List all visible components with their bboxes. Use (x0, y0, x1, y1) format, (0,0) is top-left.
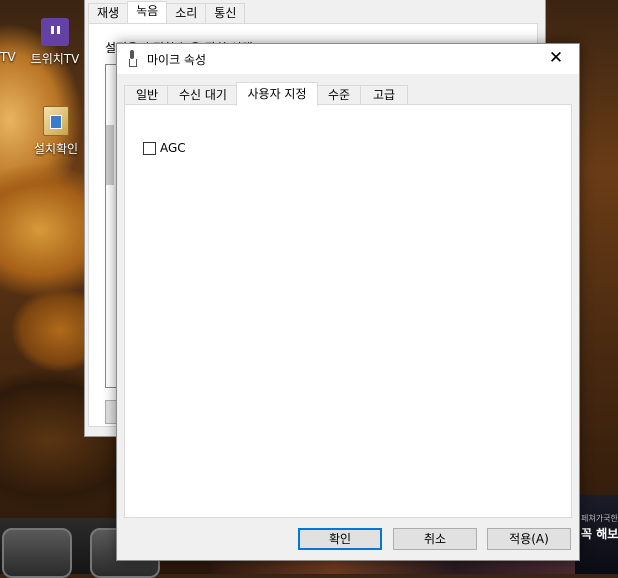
agc-label: AGC (160, 141, 186, 155)
list-scrollbar[interactable] (106, 125, 114, 185)
desktop-icon-label: 트위치TV (30, 52, 80, 66)
ok-button[interactable]: 확인 (298, 528, 382, 550)
title-bar[interactable]: 마이크 속성 ✕ (117, 44, 579, 74)
agc-checkbox[interactable] (143, 141, 156, 155)
sound-dialog-tabs: 재생 녹음 소리 통신 (88, 1, 246, 24)
tab-general[interactable]: 일반 (124, 85, 170, 105)
desktop-icon-label: 설치확인 (33, 142, 79, 156)
twitch-icon (41, 18, 69, 46)
tab-playback[interactable]: 재생 (88, 3, 129, 23)
tab-custom[interactable]: 사용자 지정 (236, 82, 318, 106)
tab-communications[interactable]: 통신 (205, 3, 246, 23)
installer-icon (43, 106, 69, 136)
ad-text: 페쳐가국한 (581, 514, 618, 523)
taskbar-app-tile[interactable] (2, 528, 72, 578)
desktop-icon-label: TV (0, 50, 16, 64)
desktop-icon-tv[interactable]: TV (0, 50, 16, 64)
tab-listen[interactable]: 수신 대기 (167, 85, 239, 105)
desktop-icon-setup-check[interactable]: 설치확인 (28, 106, 84, 157)
tab-recording[interactable]: 녹음 (127, 1, 168, 24)
close-button[interactable]: ✕ (533, 44, 579, 74)
dialog-title: 마이크 속성 (147, 53, 207, 67)
cancel-button[interactable]: 취소 (393, 528, 477, 550)
tab-sounds[interactable]: 소리 (166, 3, 207, 23)
tab-levels[interactable]: 수준 (315, 85, 363, 105)
agc-option[interactable]: AGC (143, 141, 186, 155)
desktop-icon-twitch[interactable]: 트위치TV (28, 18, 82, 67)
tab-advanced[interactable]: 고급 (360, 85, 408, 105)
microphone-properties-dialog: 마이크 속성 ✕ 일반 수신 대기 사용자 지정 수준 고급 AGC 확인 취소… (116, 43, 580, 561)
ad-text: 꼭 해보 (581, 527, 618, 541)
apply-button[interactable]: 적용(A) (487, 528, 571, 550)
custom-tab-panel: AGC (124, 104, 572, 518)
ad-banner[interactable]: 페쳐가국한 꼭 해보 (575, 495, 618, 574)
microphone-icon (127, 50, 137, 68)
